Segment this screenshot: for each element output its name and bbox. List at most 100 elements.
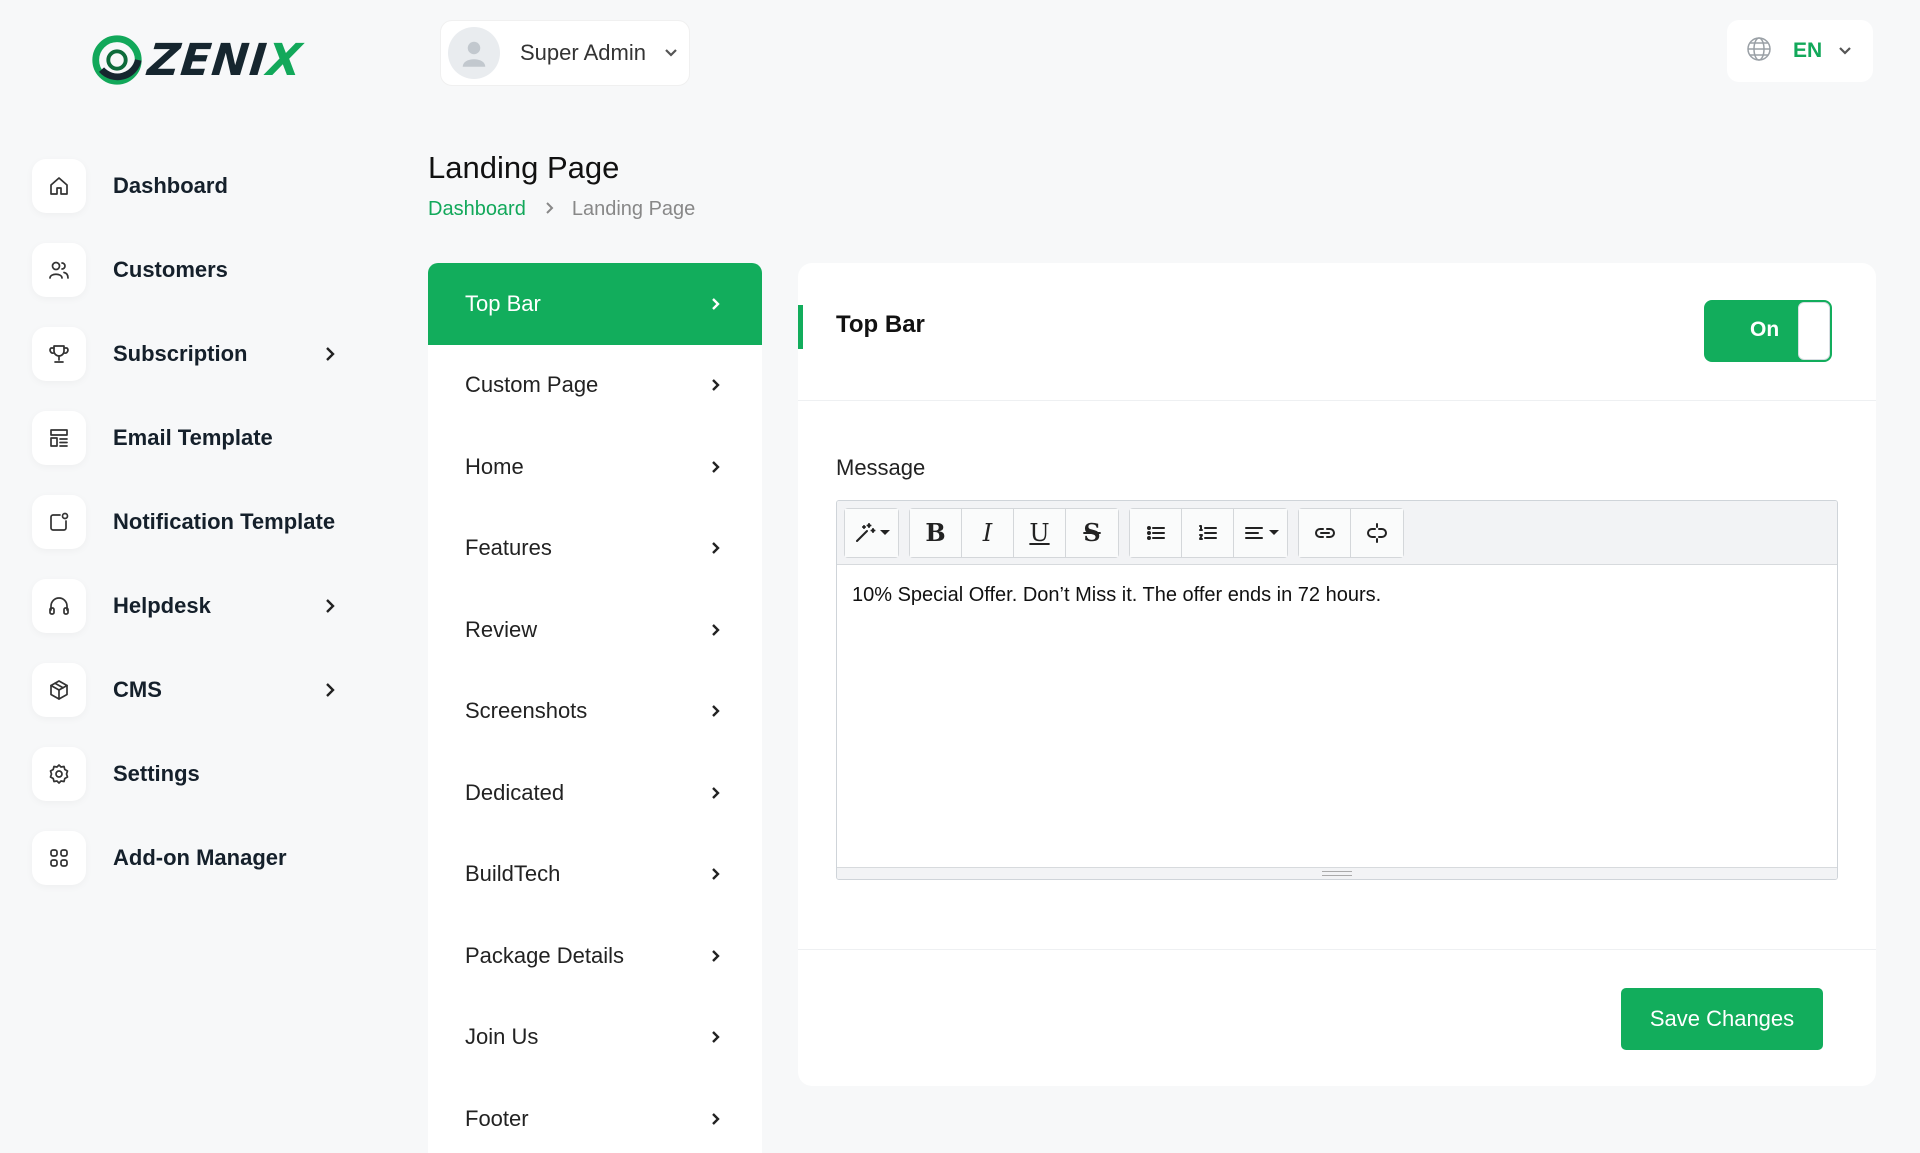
- sidebar-item-email-template[interactable]: Email Template: [32, 410, 352, 466]
- section-item-label: BuildTech: [465, 861, 561, 887]
- user-menu[interactable]: Super Admin: [440, 20, 690, 86]
- underline-button[interactable]: U: [1014, 508, 1066, 557]
- section-item-label: Screenshots: [465, 698, 588, 724]
- notification-icon: [32, 495, 86, 549]
- top-bar-toggle[interactable]: On: [1704, 300, 1832, 362]
- section-item-features[interactable]: Features: [428, 508, 762, 590]
- section-item-label: Footer: [465, 1105, 529, 1131]
- section-item-review[interactable]: Review: [428, 589, 762, 671]
- link-icon: [1314, 527, 1335, 538]
- message-editor: B I U S 10% Special Offer. Don’t Miss it…: [836, 500, 1838, 880]
- bold-button[interactable]: B: [910, 508, 962, 557]
- chevron-right-icon: [708, 617, 722, 643]
- sidebar-item-label: Customers: [113, 257, 228, 282]
- chevron-down-icon: [664, 44, 678, 63]
- section-item-screenshots[interactable]: Screenshots: [428, 671, 762, 753]
- chevron-right-icon: [708, 535, 722, 561]
- section-item-label: Dedicated: [465, 779, 565, 805]
- chevron-right-icon: [708, 372, 722, 398]
- globe-icon: [1745, 35, 1773, 67]
- logo-swirl-icon: [92, 35, 142, 85]
- sidebar-item-label: Subscription: [113, 341, 248, 366]
- message-editor-content[interactable]: 10% Special Offer. Don’t Miss it. The of…: [837, 565, 1837, 867]
- template-icon: [32, 411, 86, 465]
- section-item-dedicated[interactable]: Dedicated: [428, 752, 762, 834]
- chevron-right-icon: [708, 454, 722, 480]
- section-item-label: Custom Page: [465, 372, 599, 398]
- ordered-list-icon: [1198, 524, 1217, 540]
- toggle-knob: [1798, 302, 1830, 360]
- italic-button[interactable]: I: [962, 508, 1014, 557]
- magic-wand-icon: [856, 522, 876, 542]
- section-item-join-us[interactable]: Join Us: [428, 997, 762, 1079]
- save-changes-button[interactable]: Save Changes: [1621, 988, 1823, 1050]
- brand-logo[interactable]: ZENIX: [88, 30, 305, 90]
- sidebar-item-subscription[interactable]: Subscription: [32, 326, 352, 382]
- gear-icon: [32, 747, 86, 801]
- editor-resize-handle[interactable]: [837, 867, 1837, 879]
- caret-down-icon: [880, 530, 890, 535]
- chevron-right-icon: [708, 943, 722, 969]
- sidebar-item-dashboard[interactable]: Dashboard: [32, 158, 352, 214]
- sidebar-item-label: Email Template: [113, 425, 273, 450]
- section-menu: Top Bar Custom Page Home Features Review…: [428, 263, 762, 1153]
- align-dropdown-button[interactable]: [1234, 508, 1287, 557]
- resize-grip-icon: [1322, 871, 1352, 876]
- users-icon: [32, 243, 86, 297]
- section-item-footer[interactable]: Footer: [428, 1078, 762, 1153]
- chevron-right-icon: [708, 698, 722, 724]
- section-item-package-details[interactable]: Package Details: [428, 915, 762, 997]
- avatar: [448, 27, 500, 79]
- language-selector[interactable]: EN: [1727, 20, 1873, 82]
- sidebar-item-label: CMS: [113, 677, 162, 702]
- section-item-home[interactable]: Home: [428, 426, 762, 508]
- chevron-right-icon: [708, 1024, 722, 1050]
- font-style-group: B I U S: [909, 507, 1119, 558]
- user-name: Super Admin: [520, 40, 646, 65]
- section-item-custom-page[interactable]: Custom Page: [428, 345, 762, 427]
- message-label: Message: [836, 455, 926, 480]
- chevron-right-icon: [708, 291, 722, 317]
- section-item-label: Join Us: [465, 1024, 539, 1050]
- strikethrough-button[interactable]: S: [1066, 508, 1118, 557]
- card-accent-bar: [798, 305, 803, 349]
- sidebar-item-label: Helpdesk: [113, 593, 211, 618]
- breadcrumb-current: Landing Page: [571, 198, 696, 220]
- bold-icon: B: [925, 518, 946, 547]
- sidebar-item-label: Notification Template: [113, 509, 336, 534]
- toggle-label: On: [1750, 318, 1780, 341]
- chevron-right-icon: [708, 1106, 722, 1132]
- sidebar-item-label: Add-on Manager: [113, 845, 287, 870]
- headphones-icon: [32, 579, 86, 633]
- breadcrumb: Dashboard Landing Page: [428, 198, 695, 221]
- insert-link-button[interactable]: [1299, 508, 1351, 557]
- chevron-down-icon: [1838, 42, 1852, 61]
- card-header: Top Bar On: [798, 263, 1876, 401]
- bullet-list-button[interactable]: [1130, 508, 1182, 557]
- editor-toolbar: B I U S: [837, 501, 1837, 565]
- section-item-top-bar[interactable]: Top Bar: [428, 263, 762, 345]
- ordered-list-button[interactable]: [1182, 508, 1234, 557]
- card-title: Top Bar: [836, 311, 925, 338]
- underline-icon: U: [1029, 518, 1050, 547]
- sidebar-item-cms[interactable]: CMS: [32, 662, 352, 718]
- card-footer-divider: [798, 949, 1876, 950]
- section-item-buildtech[interactable]: BuildTech: [428, 834, 762, 916]
- paragraph-group: [1129, 507, 1288, 558]
- sidebar-item-settings[interactable]: Settings: [32, 746, 352, 802]
- chevron-right-icon: [708, 861, 722, 887]
- sidebar-item-addon-manager[interactable]: Add-on Manager: [32, 830, 352, 886]
- sidebar-item-notification-template[interactable]: Notification Template: [32, 494, 352, 550]
- page-title: Landing Page: [428, 150, 620, 185]
- breadcrumb-dashboard-link[interactable]: Dashboard: [428, 198, 526, 221]
- section-item-label: Home: [465, 453, 524, 479]
- sidebar-item-helpdesk[interactable]: Helpdesk: [32, 578, 352, 634]
- unlink-button[interactable]: [1351, 508, 1403, 557]
- section-item-label: Review: [465, 616, 538, 642]
- strikethrough-icon: S: [1083, 518, 1101, 547]
- chevron-right-icon: [708, 780, 722, 806]
- bullet-list-icon: [1146, 525, 1165, 540]
- style-group: [844, 507, 899, 558]
- sidebar-item-customers[interactable]: Customers: [32, 242, 352, 298]
- style-dropdown-button[interactable]: [845, 508, 898, 557]
